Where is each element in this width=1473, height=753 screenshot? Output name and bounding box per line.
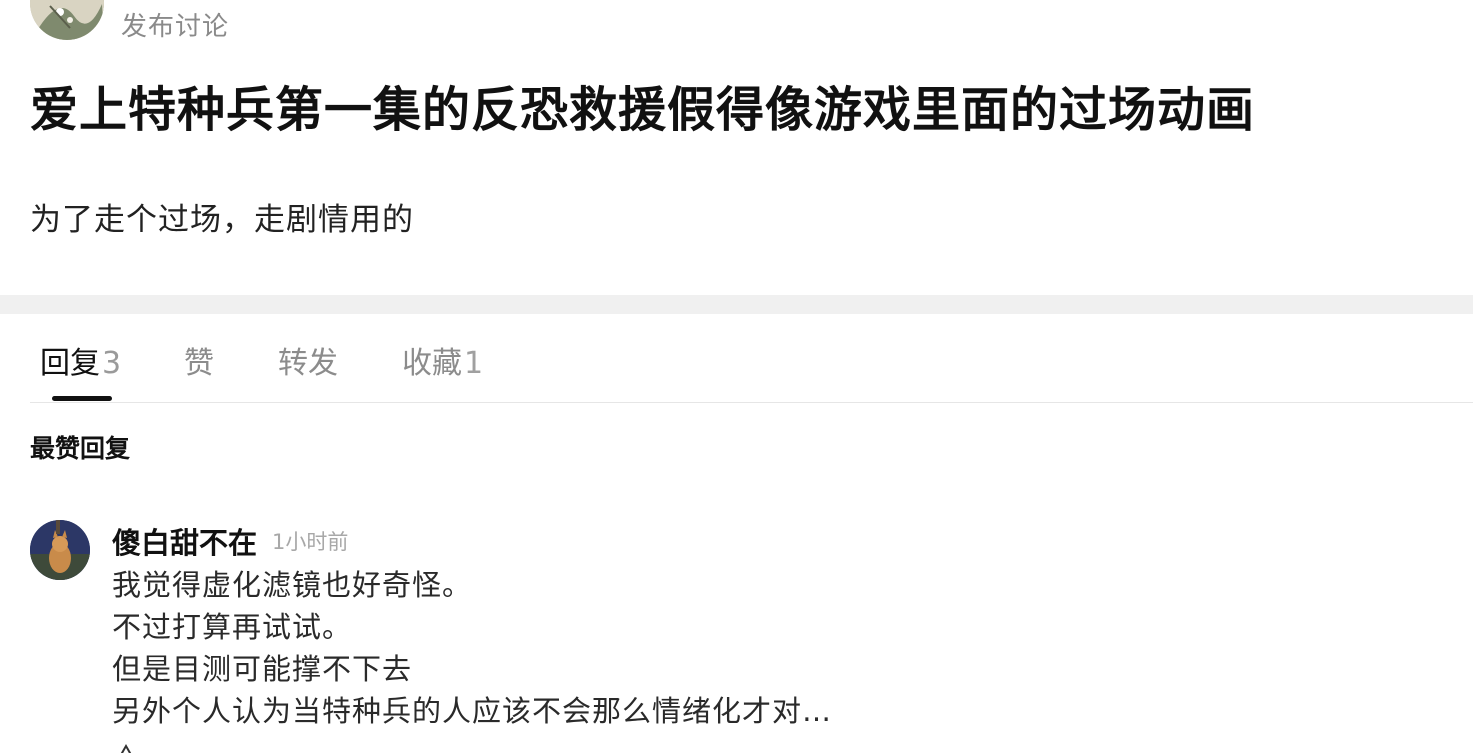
section-divider (0, 295, 1473, 314)
reply-content: 我觉得虚化滤镜也好奇怪。 不过打算再试试。 但是目测可能撑不下去 另外个人认为当… (112, 564, 832, 732)
author-avatar[interactable] (30, 0, 104, 40)
tab-replies[interactable]: 回复3 (40, 338, 121, 382)
tab-favorites-label: 收藏 (402, 346, 462, 381)
tab-favorites-count: 1 (464, 346, 484, 381)
tab-favorites[interactable]: 收藏1 (402, 338, 483, 382)
reply-line: 我觉得虚化滤镜也好奇怪。 (112, 568, 473, 602)
post-action-label: 发布讨论 (121, 12, 230, 42)
reply-avatar[interactable] (30, 520, 90, 580)
tab-bar: 回复3 赞 转发 收藏1 (30, 314, 1473, 403)
tab-likes[interactable]: 赞 (184, 338, 214, 382)
tab-reposts-label: 转发 (278, 346, 338, 381)
reply-avatar-image (30, 520, 90, 580)
top-replies-heading: 最赞回复 (30, 434, 131, 463)
tab-likes-label: 赞 (184, 346, 214, 381)
reply-username[interactable]: 傻白甜不在 (112, 520, 257, 562)
reply-timestamp: 1小时前 (272, 530, 349, 554)
reply-line: 另外个人认为当特种兵的人应该不会那么情绪化才对… (112, 694, 833, 728)
reply-line: 但是目测可能撑不下去 (112, 652, 413, 686)
post-title: 爱上特种兵第一集的反恐救援假得像游戏里面的过场动画 (30, 82, 1256, 138)
tab-replies-label: 回复 (40, 346, 100, 381)
active-tab-indicator (52, 396, 112, 401)
tab-replies-count: 3 (102, 346, 122, 381)
reply-line: 不过打算再试试。 (112, 610, 353, 644)
author-avatar-image (30, 0, 104, 40)
reply-like-icon[interactable] (114, 740, 138, 753)
post-body: 为了走个过场，走剧情用的 (30, 202, 414, 238)
discussion-page: 发布讨论 爱上特种兵第一集的反恐救援假得像游戏里面的过场动画 为了走个过场，走剧… (0, 0, 1473, 753)
tab-reposts[interactable]: 转发 (278, 338, 338, 382)
